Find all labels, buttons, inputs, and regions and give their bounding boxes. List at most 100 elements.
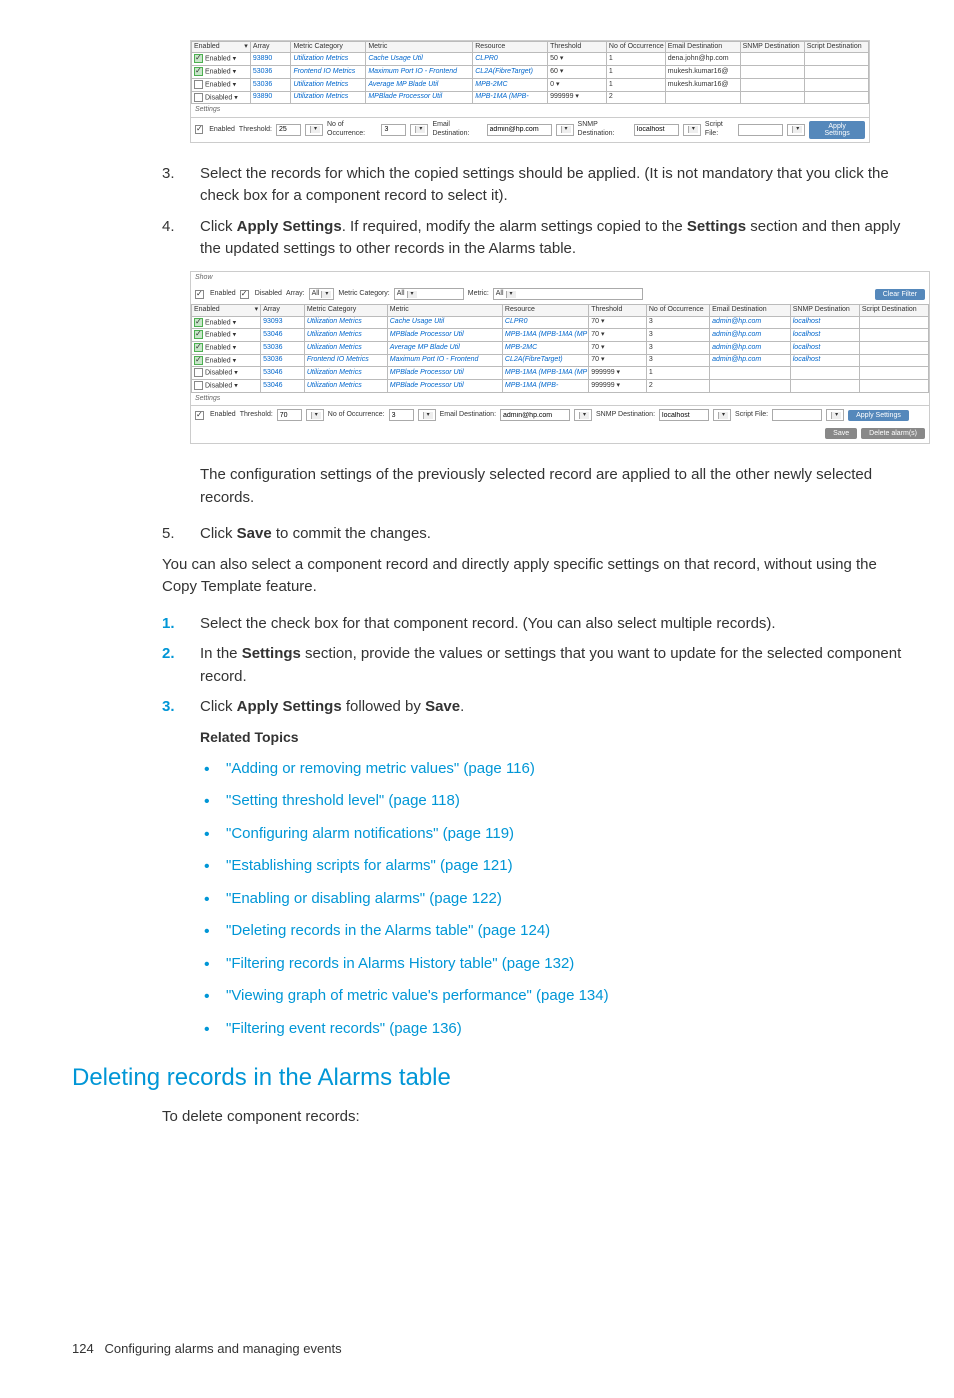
related-topic-link[interactable]: "Configuring alarm notifications" (page … (226, 825, 514, 842)
snmp-input[interactable] (634, 124, 679, 136)
col-metric: Metric (366, 42, 473, 53)
metric-filter[interactable]: All▾ (493, 288, 643, 300)
occurrence-dropdown[interactable]: ▾ (410, 124, 428, 136)
alarms-table-2: Enabled▾ Array Metric Category Metric Re… (191, 304, 929, 393)
row-checkbox[interactable] (194, 93, 203, 102)
table-row[interactable]: Disabled ▾53046Utilization MetricsMPBlad… (192, 380, 929, 393)
col-script: Script Destination (804, 42, 868, 53)
apply-settings-button[interactable]: Apply Settings (809, 121, 865, 139)
table-row[interactable]: Enabled ▾ 53036 Frontend IO Metrics Maxi… (192, 66, 869, 79)
row-checkbox[interactable] (194, 318, 203, 327)
enabled-filter-checkbox[interactable] (195, 290, 204, 299)
col-occurrence: No of Occurrence (606, 42, 665, 53)
email-input[interactable] (487, 124, 552, 136)
related-topic-link[interactable]: "Establishing scripts for alarms" (page … (226, 857, 513, 874)
related-topic-link[interactable]: "Enabling or disabling alarms" (page 122… (226, 890, 502, 907)
row-checkbox[interactable] (194, 368, 203, 377)
row-checkbox[interactable] (194, 330, 203, 339)
related-topic-item: "Viewing graph of metric value's perform… (200, 985, 914, 1008)
related-topic-item: "Enabling or disabling alarms" (page 122… (200, 888, 914, 911)
settings-bar: Enabled Threshold: ▾ No of Occurrence: ▾… (191, 117, 869, 142)
step-3: 3. Select the records for which the copi… (162, 163, 914, 208)
table-row[interactable]: Enabled ▾ 93890 Utilization Metrics Cach… (192, 53, 869, 66)
related-topic-item: "Configuring alarm notifications" (page … (200, 823, 914, 846)
settings-bar-2: Enabled Threshold: ▾ No of Occurrence: ▾… (191, 405, 929, 424)
category-filter[interactable]: All▾ (394, 288, 464, 300)
delete-alarms-button[interactable]: Delete alarm(s) (861, 428, 925, 439)
enabled-checkbox[interactable] (195, 411, 204, 420)
col-threshold: Threshold (548, 42, 607, 53)
page-footer: 124 Configuring alarms and managing even… (72, 1339, 914, 1359)
snmp-dropdown[interactable]: ▾ (683, 124, 701, 136)
threshold-dropdown[interactable]: ▾ (305, 124, 323, 136)
config-applied-text: The configuration settings of the previo… (200, 464, 914, 509)
chevron-down-icon: ▾ (244, 43, 248, 51)
related-topic-link[interactable]: "Setting threshold level" (page 118) (226, 792, 460, 809)
related-topics-heading: Related Topics (200, 727, 914, 748)
related-topic-item: "Establishing scripts for alarms" (page … (200, 855, 914, 878)
related-topic-link[interactable]: "Filtering records in Alarms History tab… (226, 955, 574, 972)
threshold-input[interactable] (277, 409, 302, 421)
section-body: To delete component records: (162, 1106, 914, 1129)
col-email: Email Destination (665, 42, 740, 53)
related-topic-link[interactable]: "Viewing graph of metric value's perform… (226, 987, 609, 1004)
row-checkbox[interactable] (194, 67, 203, 76)
filter-bar: Enabled Disabled Array: All▾ Metric Cate… (191, 284, 929, 304)
step-4: 4. Click Apply Settings. If required, mo… (162, 216, 914, 261)
alarms-table: Enabled▾ Array Metric Category Metric Re… (191, 41, 869, 104)
occurrence-input[interactable] (381, 124, 406, 136)
related-topic-item: "Filtering event records" (page 136) (200, 1018, 914, 1041)
table-row[interactable]: Disabled ▾ 93890 Utilization Metrics MPB… (192, 91, 869, 104)
apply-settings-button[interactable]: Apply Settings (848, 410, 909, 421)
email-dropdown[interactable]: ▾ (574, 409, 592, 421)
chevron-down-icon: ▾ (255, 306, 259, 314)
array-filter[interactable]: All▾ (309, 288, 335, 300)
email-dropdown[interactable]: ▾ (556, 124, 574, 136)
table-row[interactable]: Enabled ▾53036Utilization MetricsAverage… (192, 341, 929, 354)
step-5: 5. Click Save to commit the changes. (162, 523, 914, 546)
save-button[interactable]: Save (825, 428, 857, 439)
row-checkbox[interactable] (194, 356, 203, 365)
related-topic-item: "Deleting records in the Alarms table" (… (200, 920, 914, 943)
disabled-filter-checkbox[interactable] (240, 290, 249, 299)
settings-label-2: Settings (191, 393, 929, 405)
enabled-checkbox[interactable] (195, 125, 203, 134)
occurrence-dropdown[interactable]: ▾ (418, 409, 436, 421)
table-row[interactable]: Disabled ▾53046Utilization MetricsMPBlad… (192, 367, 929, 380)
email-input[interactable] (500, 409, 570, 421)
alt-step-3: 3. Click Apply Settings followed by Save… (162, 696, 914, 719)
alt-intro-text: You can also select a component record a… (162, 554, 914, 599)
related-topic-link[interactable]: "Filtering event records" (page 136) (226, 1020, 462, 1037)
table-row[interactable]: Enabled ▾53036Frontend IO MetricsMaximum… (192, 354, 929, 367)
script-dropdown[interactable]: ▾ (826, 409, 844, 421)
related-topic-link[interactable]: "Deleting records in the Alarms table" (… (226, 922, 550, 939)
alt-step-1: 1. Select the check box for that compone… (162, 613, 914, 636)
clear-filter-button[interactable]: Clear Filter (875, 289, 925, 300)
occurrence-input[interactable] (389, 409, 414, 421)
related-topic-item: "Adding or removing metric values" (page… (200, 758, 914, 781)
row-checkbox[interactable] (194, 80, 203, 89)
table-row[interactable]: Enabled ▾93093Utilization MetricsCache U… (192, 316, 929, 329)
related-topic-link[interactable]: "Adding or removing metric values" (page… (226, 760, 535, 777)
section-heading: Deleting records in the Alarms table (72, 1060, 914, 1096)
show-label: Show (191, 272, 929, 284)
row-checkbox[interactable] (194, 381, 203, 390)
related-topic-item: "Filtering records in Alarms History tab… (200, 953, 914, 976)
threshold-dropdown[interactable]: ▾ (306, 409, 324, 421)
row-checkbox[interactable] (194, 343, 203, 352)
related-topics-list: "Adding or removing metric values" (page… (200, 758, 914, 1041)
snmp-dropdown[interactable]: ▾ (713, 409, 731, 421)
threshold-input[interactable] (276, 124, 301, 136)
related-topic-item: "Setting threshold level" (page 118) (200, 790, 914, 813)
alt-step-2: 2. In the Settings section, provide the … (162, 643, 914, 688)
snmp-input[interactable] (659, 409, 709, 421)
script-input[interactable] (738, 124, 783, 136)
script-dropdown[interactable]: ▾ (787, 124, 805, 136)
table-row[interactable]: Enabled ▾53046Utilization MetricsMPBlade… (192, 329, 929, 342)
script-input[interactable] (772, 409, 822, 421)
row-checkbox[interactable] (194, 54, 203, 63)
settings-label: Settings (191, 104, 869, 116)
col-array: Array (250, 42, 291, 53)
col-enabled: Enabled▾ (192, 42, 251, 53)
table-row[interactable]: Enabled ▾ 53036 Utilization Metrics Aver… (192, 78, 869, 91)
